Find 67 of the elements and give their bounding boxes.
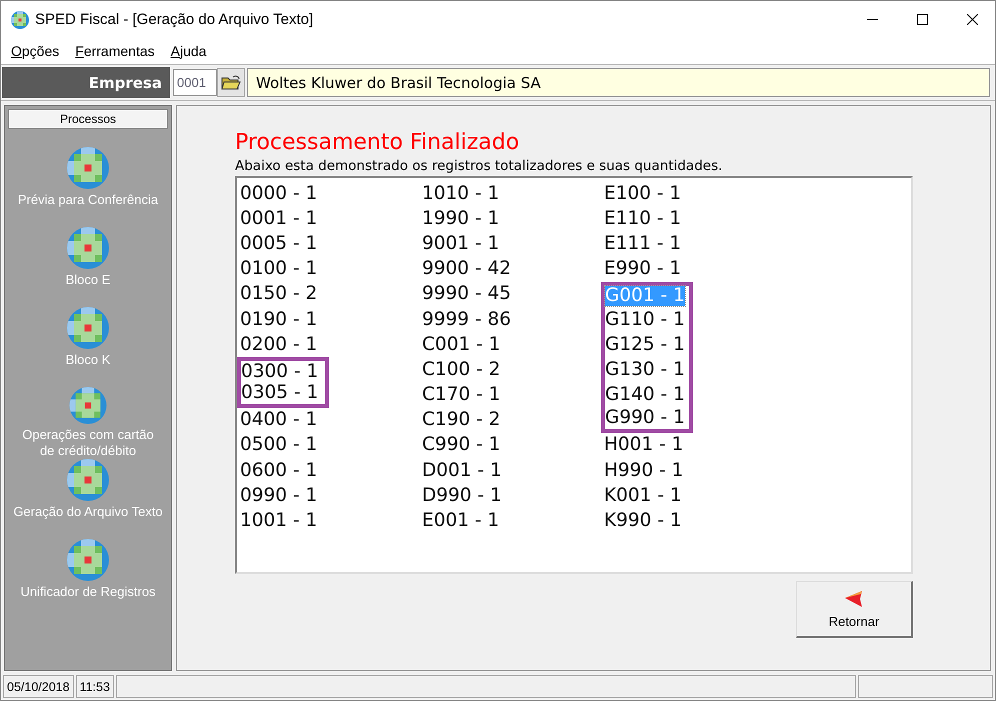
list-item[interactable]: 0190 - 1 bbox=[240, 310, 318, 330]
list-item[interactable]: 0305 - 1 bbox=[241, 383, 318, 404]
list-item[interactable]: C170 - 1 bbox=[422, 385, 500, 406]
list-item[interactable]: 1990 - 1 bbox=[422, 208, 500, 229]
list-item[interactable]: G990 - 1 bbox=[605, 408, 685, 428]
list-item[interactable]: 0001 - 1 bbox=[240, 208, 318, 229]
list-item[interactable]: G130 - 1 bbox=[605, 360, 685, 380]
list-item[interactable]: C001 - 1 bbox=[422, 334, 500, 355]
menu-item[interactable]: Ajuda bbox=[170, 43, 206, 59]
process-icon[interactable] bbox=[67, 147, 109, 189]
process-icon[interactable] bbox=[67, 459, 109, 501]
process-icon[interactable] bbox=[67, 539, 109, 581]
list-item[interactable]: 1001 - 1 bbox=[240, 511, 318, 532]
open-folder-button[interactable] bbox=[217, 68, 245, 97]
process-icon[interactable] bbox=[67, 307, 109, 349]
list-item[interactable]: E001 - 1 bbox=[422, 511, 500, 532]
menu-item[interactable]: Ferramentas bbox=[75, 43, 155, 59]
list-item[interactable]: K001 - 1 bbox=[604, 486, 682, 506]
menu-item[interactable]: Opções bbox=[11, 43, 60, 59]
status-time: 11:53 bbox=[76, 675, 114, 698]
list-item[interactable]: G125 - 1 bbox=[605, 334, 685, 355]
process-icon[interactable] bbox=[67, 387, 109, 424]
list-item[interactable]: 0600 - 1 bbox=[240, 460, 318, 481]
process-icon[interactable] bbox=[67, 227, 109, 269]
window-title: SPED Fiscal - [Geração do Arquivo Texto] bbox=[35, 11, 314, 28]
list-item[interactable]: 0200 - 1 bbox=[240, 334, 318, 355]
list-item[interactable]: H001 - 1 bbox=[604, 435, 684, 456]
list-item[interactable]: D990 - 1 bbox=[422, 486, 502, 506]
list-item[interactable]: 9990 - 45 bbox=[422, 284, 512, 304]
back-arrow-icon bbox=[844, 590, 864, 608]
list-item[interactable]: 9001 - 1 bbox=[422, 234, 500, 254]
sidebar-title: Processos bbox=[8, 109, 168, 129]
list-item[interactable]: E990 - 1 bbox=[604, 259, 682, 280]
list-item[interactable]: D001 - 1 bbox=[422, 460, 502, 481]
list-item[interactable]: E111 - 1 bbox=[604, 234, 682, 254]
list-item[interactable]: E100 - 1 bbox=[604, 184, 682, 204]
list-item[interactable]: C990 - 1 bbox=[422, 435, 500, 456]
company-name-field: Woltes Kluwer do Brasil Tecnologia SA bbox=[247, 68, 990, 97]
list-item[interactable]: 0005 - 1 bbox=[240, 234, 318, 254]
list-item[interactable]: 1010 - 1 bbox=[422, 184, 500, 204]
status-date: 05/10/2018 bbox=[3, 675, 74, 698]
list-item[interactable]: 9900 - 42 bbox=[422, 259, 512, 280]
list-item[interactable]: 0000 - 1 bbox=[240, 184, 318, 204]
maximize-icon bbox=[916, 14, 928, 25]
company-code-field[interactable]: 0001 bbox=[173, 69, 217, 96]
list-item[interactable]: 0100 - 1 bbox=[240, 259, 318, 280]
close-icon bbox=[966, 14, 978, 25]
folder-icon bbox=[221, 74, 241, 90]
app-logo-icon bbox=[11, 10, 29, 28]
list-item[interactable]: K990 - 1 bbox=[604, 511, 682, 532]
list-item[interactable]: 9999 - 86 bbox=[422, 310, 512, 330]
return-button[interactable]: Retornar bbox=[796, 581, 913, 638]
company-label: Empresa bbox=[2, 67, 170, 98]
list-item[interactable]: 0300 - 1 bbox=[241, 362, 318, 382]
list-item[interactable]: H990 - 1 bbox=[604, 460, 684, 481]
status-heading: Processamento Finalizado bbox=[235, 130, 520, 155]
list-item[interactable]: C190 - 2 bbox=[422, 410, 500, 430]
list-item[interactable]: C100 - 2 bbox=[422, 360, 500, 380]
list-item[interactable]: G110 - 1 bbox=[605, 310, 685, 330]
description-text: Abaixo esta demonstrado os registros totalizadores e suas quantidades. bbox=[235, 158, 724, 174]
list-item[interactable]: E110 - 1 bbox=[604, 208, 682, 229]
list-item[interactable]: 0500 - 1 bbox=[240, 435, 318, 456]
list-item[interactable]: 0990 - 1 bbox=[240, 486, 318, 506]
minimize-icon bbox=[866, 19, 878, 20]
list-item[interactable]: 0150 - 2 bbox=[240, 284, 318, 304]
list-item[interactable]: G140 - 1 bbox=[605, 385, 685, 406]
list-item[interactable]: 0400 - 1 bbox=[240, 410, 318, 430]
